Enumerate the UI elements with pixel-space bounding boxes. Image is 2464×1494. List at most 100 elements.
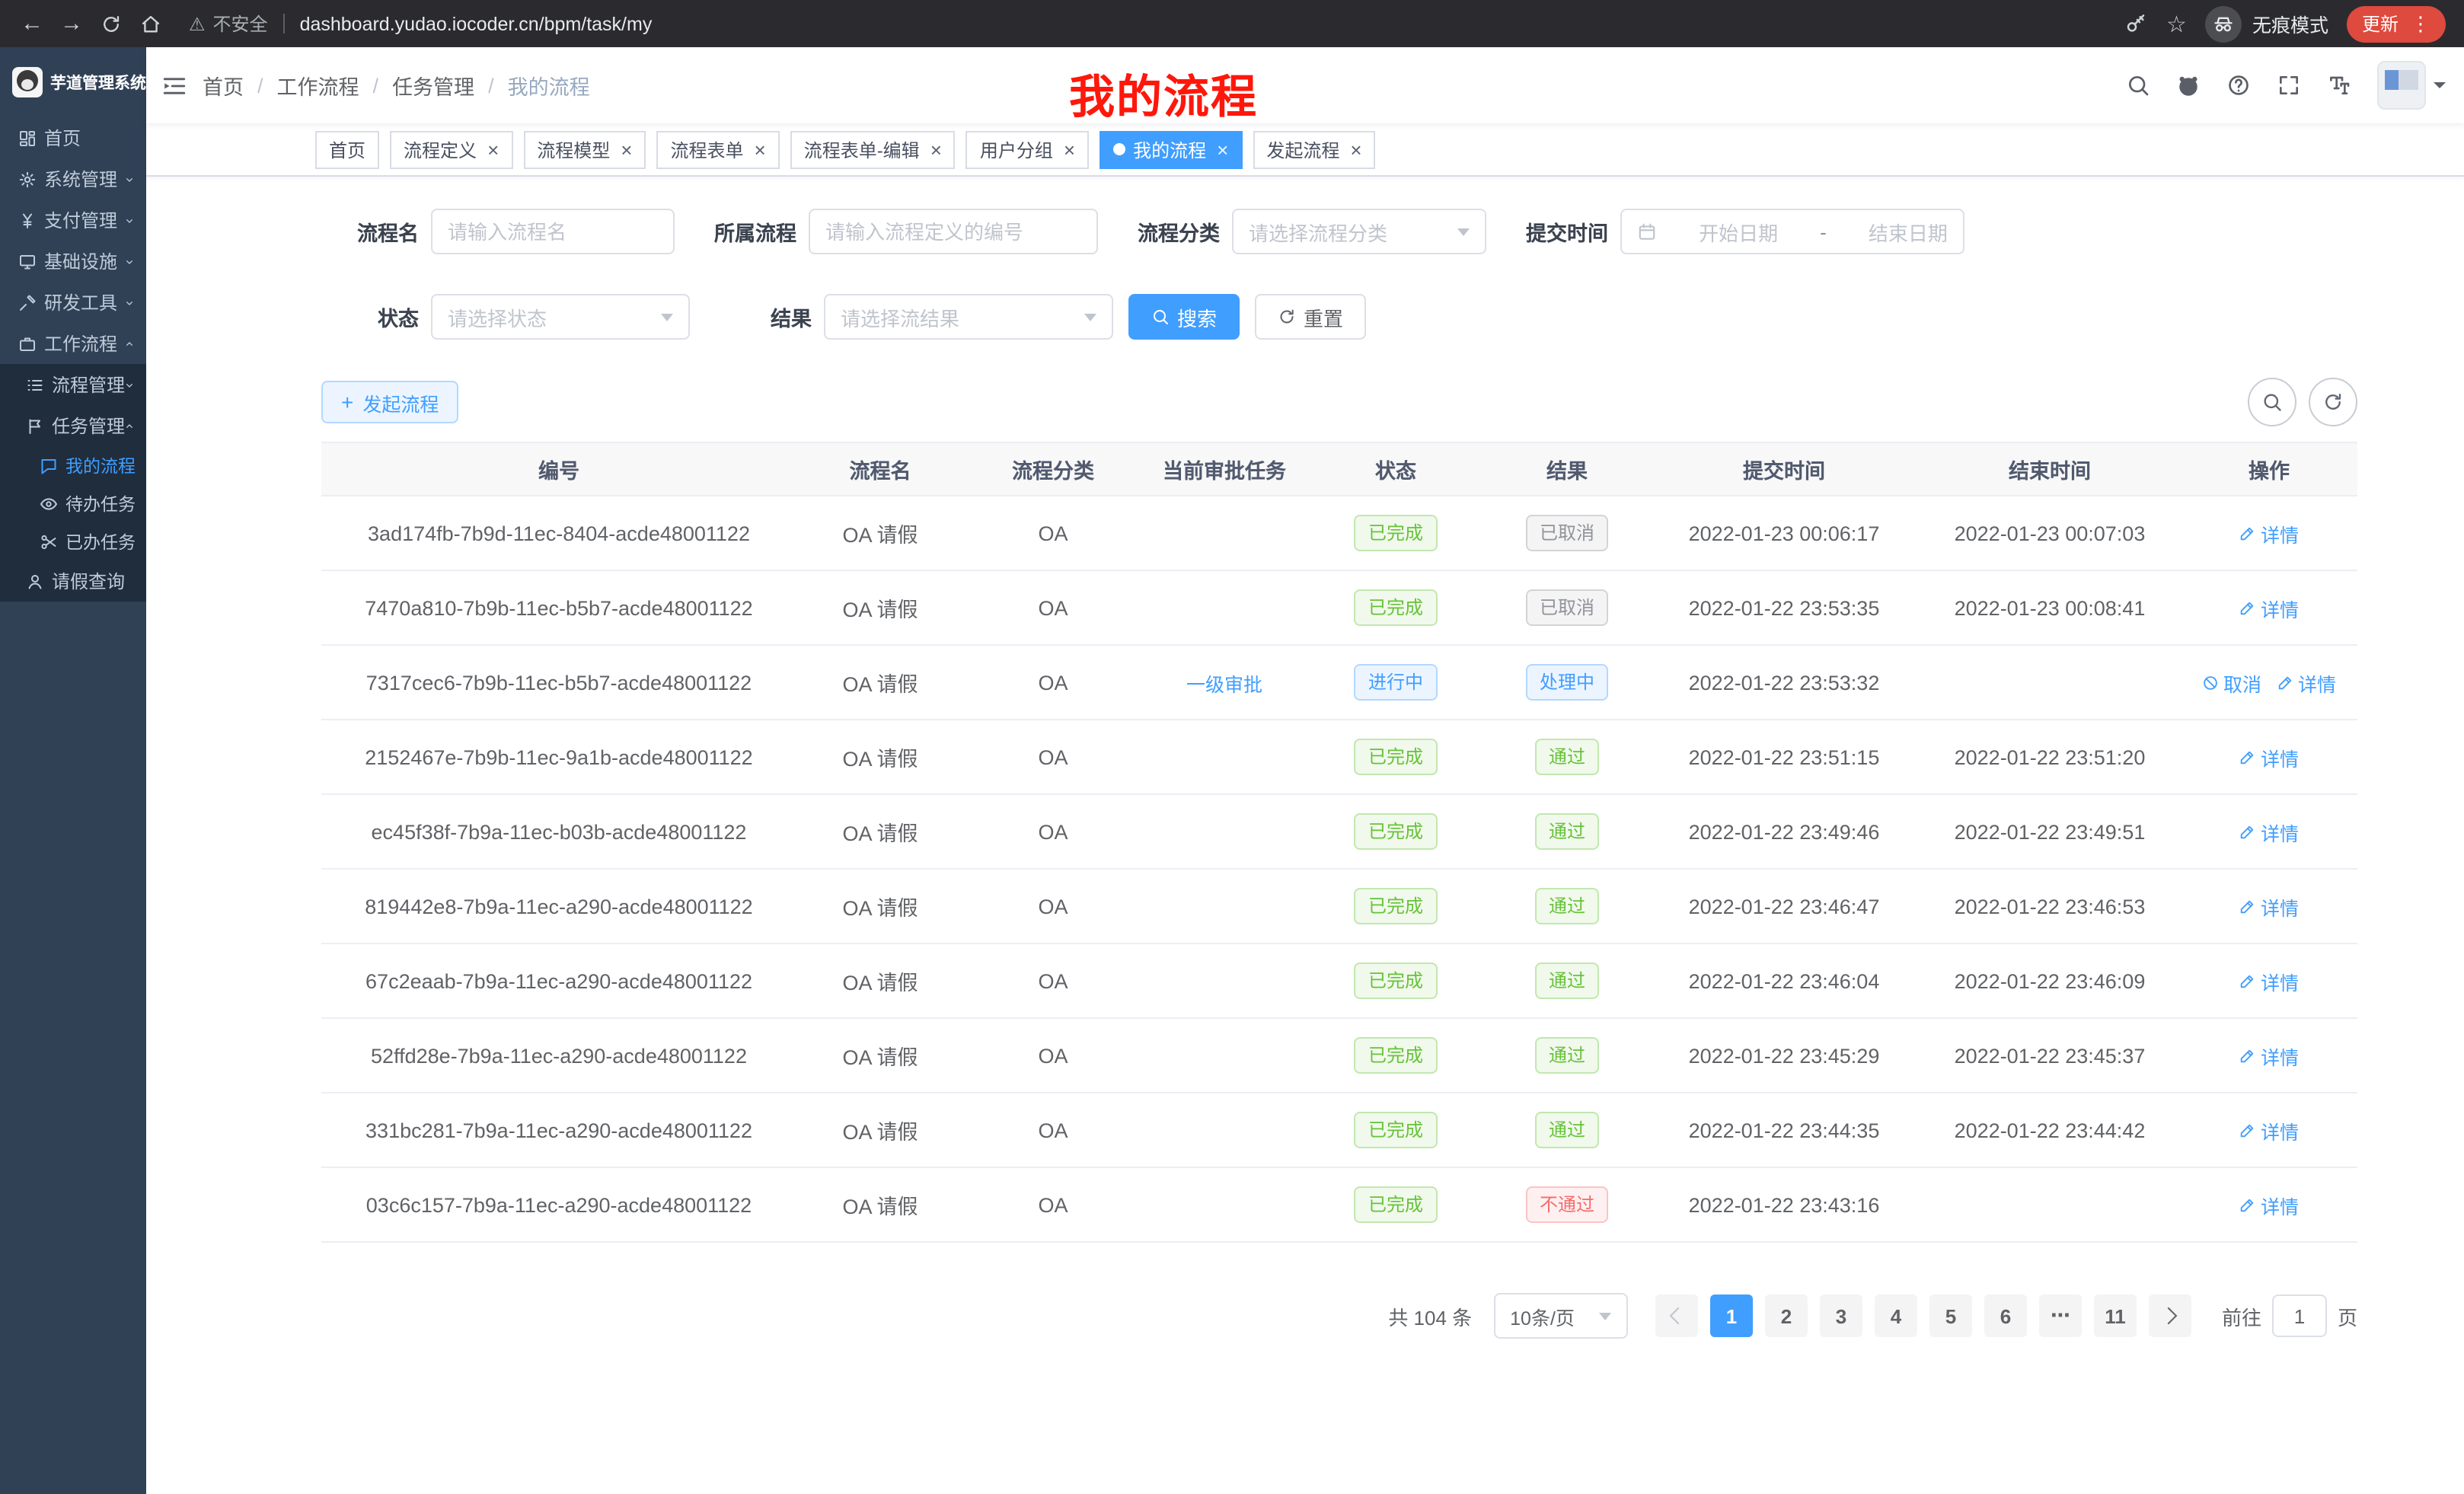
- close-icon[interactable]: ×: [1064, 139, 1075, 159]
- goto-page: 前往 页: [2222, 1294, 2357, 1337]
- category-select[interactable]: 请选择流程分类: [1232, 209, 1486, 254]
- chrome-update-button[interactable]: 更新 ⋮: [2347, 5, 2446, 42]
- page-button-3[interactable]: 3: [1820, 1294, 1862, 1337]
- home-button[interactable]: [131, 4, 171, 43]
- action-detail-link[interactable]: 详情: [2239, 966, 2299, 995]
- font-size-icon[interactable]: [2318, 64, 2360, 107]
- tab-user-group[interactable]: 用户分组×: [966, 130, 1089, 168]
- sidebar-item-home[interactable]: 首页: [0, 117, 146, 158]
- url-text[interactable]: dashboard.yudao.iocoder.cn/bpm/task/my: [300, 13, 653, 34]
- tab-start-process[interactable]: 发起流程×: [1253, 130, 1375, 168]
- breadcrumb-item[interactable]: 首页: [203, 70, 244, 101]
- app-logo-row[interactable]: 芋道管理系统: [0, 47, 146, 117]
- page-button-5[interactable]: 5: [1929, 1294, 1972, 1337]
- status-select[interactable]: 请选择状态: [431, 294, 690, 340]
- bookmark-star-icon[interactable]: ☆: [2166, 10, 2187, 37]
- reload-button[interactable]: [91, 4, 131, 43]
- cell-result: 通过: [1485, 1018, 1649, 1093]
- refresh-table-button[interactable]: [2309, 378, 2357, 426]
- action-detail-link[interactable]: 详情: [2239, 519, 2299, 547]
- action-detail-link[interactable]: 详情: [2239, 593, 2299, 622]
- sidebar-item-todo-tasks[interactable]: 待办任务: [0, 484, 146, 522]
- close-icon[interactable]: ×: [487, 139, 499, 159]
- close-icon[interactable]: ×: [755, 139, 766, 159]
- process-name-input[interactable]: [431, 209, 675, 254]
- user-menu[interactable]: [2377, 61, 2446, 110]
- question-icon[interactable]: [2217, 64, 2260, 107]
- workflow-icon: [18, 334, 37, 353]
- action-detail-link[interactable]: 详情: [2239, 817, 2299, 846]
- toggle-search-button[interactable]: [2248, 378, 2296, 426]
- action-label: 详情: [2261, 892, 2299, 921]
- cell-actions: 详情: [2181, 1018, 2357, 1093]
- menu-dots-icon[interactable]: ⋮: [2411, 14, 2430, 34]
- cell-name: OA 请假: [796, 1167, 964, 1242]
- sidebar-item-leave-query[interactable]: 请假查询: [0, 560, 146, 602]
- infra-icon: [18, 252, 37, 270]
- key-icon[interactable]: [2124, 11, 2148, 36]
- close-icon[interactable]: ×: [1217, 139, 1228, 159]
- avatar[interactable]: [2377, 61, 2426, 110]
- sidebar-item-my-process[interactable]: 我的流程: [0, 446, 146, 484]
- action-detail-link[interactable]: 详情: [2277, 668, 2336, 697]
- action-detail-link[interactable]: 详情: [2239, 742, 2299, 771]
- breadcrumb-item[interactable]: 任务管理: [392, 70, 474, 101]
- sidebar-item-payment[interactable]: 支付管理: [0, 200, 146, 241]
- create-process-button[interactable]: + 发起流程: [321, 381, 458, 423]
- action-detail-link[interactable]: 详情: [2239, 892, 2299, 921]
- prev-page-button[interactable]: [1655, 1294, 1698, 1337]
- breadcrumb-item[interactable]: 工作流程: [277, 70, 359, 101]
- sidebar-item-process-management[interactable]: 流程管理: [0, 364, 146, 405]
- tab-process-form-edit[interactable]: 流程表单-编辑×: [790, 130, 956, 168]
- current-task-link[interactable]: 一级审批: [1186, 668, 1262, 697]
- github-icon[interactable]: [2167, 64, 2210, 107]
- sidebar-item-infrastructure[interactable]: 基础设施: [0, 241, 146, 282]
- sidebar-item-workflow[interactable]: 工作流程: [0, 323, 146, 364]
- incognito-icon: [2205, 5, 2242, 42]
- next-page-button[interactable]: [2149, 1294, 2191, 1337]
- table-row: 67c2eaab-7b9a-11ec-a290-acde48001122OA 请…: [321, 943, 2357, 1018]
- refresh-icon: [1278, 308, 1296, 326]
- back-button[interactable]: ←: [12, 4, 52, 43]
- action-detail-link[interactable]: 详情: [2239, 1041, 2299, 1070]
- cell-category: OA: [964, 1093, 1142, 1167]
- close-icon[interactable]: ×: [621, 139, 632, 159]
- reset-button[interactable]: 重置: [1255, 294, 1366, 340]
- page-button-1[interactable]: 1: [1710, 1294, 1753, 1337]
- page-button-6[interactable]: 6: [1984, 1294, 2027, 1337]
- forward-button[interactable]: →: [52, 4, 91, 43]
- cell-end-time: [1919, 645, 2181, 720]
- result-select[interactable]: 请选择流结果: [824, 294, 1113, 340]
- tab-home[interactable]: 首页: [315, 130, 379, 168]
- sidebar-item-label: 已办任务: [65, 529, 136, 554]
- page-button-4[interactable]: 4: [1875, 1294, 1917, 1337]
- date-range-picker[interactable]: 开始日期 - 结束日期: [1620, 209, 1964, 254]
- page-button-11[interactable]: 11: [2094, 1294, 2137, 1337]
- close-icon[interactable]: ×: [1350, 139, 1361, 159]
- page-button-2[interactable]: 2: [1765, 1294, 1808, 1337]
- cell-current-task: [1142, 943, 1307, 1018]
- tab-process-definition[interactable]: 流程定义×: [390, 130, 512, 168]
- tab-my-process[interactable]: 我的流程×: [1100, 130, 1242, 168]
- fullscreen-icon[interactable]: [2268, 64, 2310, 107]
- tab-process-model[interactable]: 流程模型×: [523, 130, 646, 168]
- cell-category: OA: [964, 943, 1142, 1018]
- action-cancel-link[interactable]: 取消: [2202, 668, 2261, 697]
- search-icon[interactable]: [2117, 64, 2159, 107]
- page-button-more[interactable]: ⋯: [2039, 1294, 2082, 1337]
- search-button[interactable]: 搜索: [1128, 294, 1240, 340]
- sidebar-item-devtools[interactable]: 研发工具: [0, 282, 146, 323]
- cell-result: 通过: [1485, 943, 1649, 1018]
- sidebar-toggle-button[interactable]: [158, 70, 189, 101]
- sidebar-item-system[interactable]: 系统管理: [0, 158, 146, 200]
- sidebar-item-task-management[interactable]: 任务管理: [0, 405, 146, 446]
- page-size-select[interactable]: 10条/页: [1493, 1293, 1628, 1339]
- address-bar[interactable]: ⚠ 不安全 dashboard.yudao.iocoder.cn/bpm/tas…: [189, 11, 2124, 37]
- sidebar-item-done-tasks[interactable]: 已办任务: [0, 522, 146, 560]
- goto-page-input[interactable]: [2272, 1294, 2327, 1337]
- action-detail-link[interactable]: 详情: [2239, 1116, 2299, 1144]
- action-detail-link[interactable]: 详情: [2239, 1190, 2299, 1219]
- close-icon[interactable]: ×: [930, 139, 942, 159]
- parent-process-input[interactable]: [809, 209, 1098, 254]
- tab-process-form[interactable]: 流程表单×: [656, 130, 779, 168]
